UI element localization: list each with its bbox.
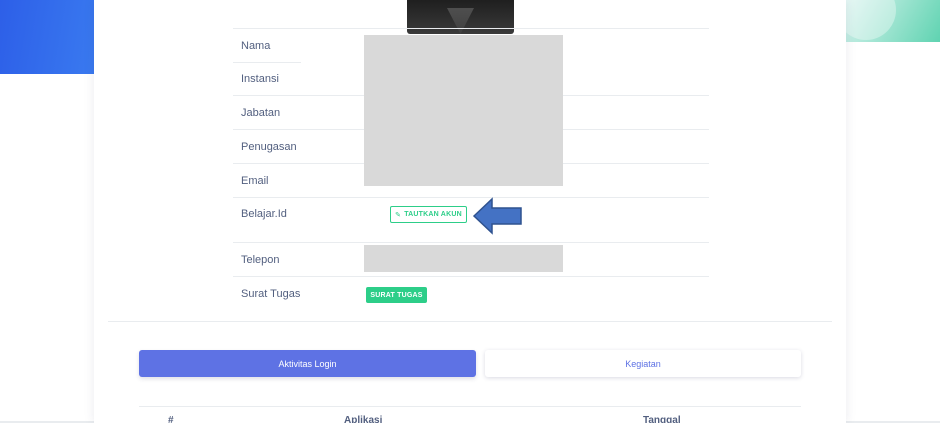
table-header-tanggal: Tanggal <box>643 415 681 423</box>
label-telepon: Telepon <box>241 254 280 266</box>
section-divider <box>108 321 832 322</box>
label-penugasan: Penugasan <box>241 141 297 153</box>
surat-tugas-label: SURAT TUGAS <box>370 291 423 299</box>
header-background-right <box>836 0 940 42</box>
redacted-telepon-value <box>364 245 563 272</box>
tab-kegiatan-label: Kegiatan <box>625 358 661 369</box>
tab-kegiatan[interactable]: Kegiatan <box>485 350 801 377</box>
link-icon: ✎ <box>395 211 402 219</box>
tab-aktivitas-login[interactable]: Aktivitas Login <box>139 350 476 377</box>
row-surat-tugas: Surat Tugas <box>233 276 709 310</box>
row-instansi: Instansi <box>233 62 301 96</box>
label-instansi: Instansi <box>241 73 279 85</box>
label-jabatan: Jabatan <box>241 107 281 119</box>
table-top-border <box>139 406 801 407</box>
label-surat-tugas: Surat Tugas <box>241 288 301 300</box>
label-belajar-id: Belajar.Id <box>241 208 287 220</box>
label-nama: Nama <box>241 40 271 52</box>
annotation-arrow-icon <box>472 197 522 235</box>
table-header-number: # <box>168 415 174 423</box>
surat-tugas-button[interactable]: SURAT TUGAS <box>366 287 427 303</box>
link-account-button[interactable]: ✎ TAUTKAN AKUN <box>390 206 467 223</box>
row-belajar-id: Belajar.Id <box>233 197 709 242</box>
header-background-left <box>0 0 100 74</box>
link-account-label: TAUTKAN AKUN <box>404 211 462 218</box>
tab-aktivitas-login-label: Aktivitas Login <box>278 358 337 369</box>
redacted-value-block <box>364 35 563 186</box>
label-email: Email <box>241 175 269 187</box>
table-header-aplikasi: Aplikasi <box>344 415 383 423</box>
